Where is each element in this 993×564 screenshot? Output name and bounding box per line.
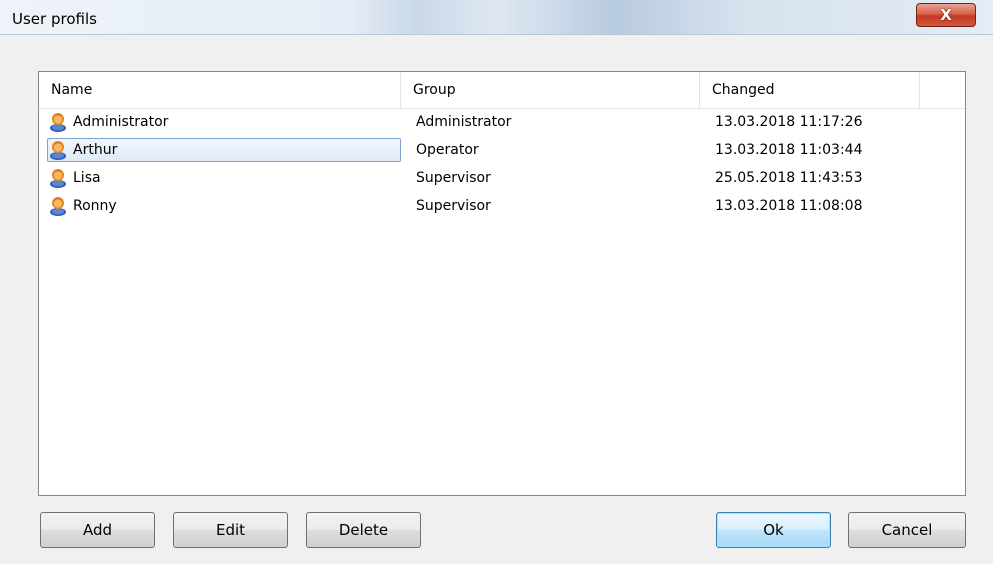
user-icon [50,113,66,132]
edit-button[interactable]: Edit [173,512,288,548]
title-bar[interactable]: User profils X [0,0,993,35]
user-name: Arthur [73,142,118,158]
changed-cell: 13.03.2018 11:17:26 [715,114,863,130]
user-name: Ronny [73,198,117,214]
name-cell: Lisa [49,164,101,192]
table-row[interactable]: Ronny Supervisor 13.03.2018 11:08:08 [39,192,965,220]
group-cell: Administrator [416,114,512,130]
user-icon [50,141,66,160]
table-row-selected[interactable]: Arthur Operator 13.03.2018 11:03:44 [39,136,965,164]
changed-cell: 25.05.2018 11:43:53 [715,170,863,186]
name-cell: Administrator [49,108,168,136]
changed-cell: 13.03.2018 11:08:08 [715,198,863,214]
column-header-name[interactable]: Name [39,72,401,108]
ok-button[interactable]: Ok [716,512,831,548]
name-cell: Ronny [49,192,117,220]
column-header-group[interactable]: Group [401,72,700,108]
close-button[interactable]: X [916,3,976,27]
table-row[interactable]: Administrator Administrator 13.03.2018 1… [39,108,965,136]
column-header-changed[interactable]: Changed [700,72,920,108]
user-list[interactable]: Name Group Changed Administrator Adminis [38,71,966,496]
close-icon: X [940,5,952,24]
add-button[interactable]: Add [40,512,155,548]
dialog-title: User profils [12,10,97,28]
user-icon [50,169,66,188]
user-icon [50,197,66,216]
group-cell: Operator [416,142,479,158]
column-header-filler [920,72,965,108]
delete-button[interactable]: Delete [306,512,421,548]
name-cell: Arthur [49,136,117,164]
user-name: Lisa [73,170,101,186]
group-cell: Supervisor [416,198,491,214]
user-profils-dialog: User profils X Name Group Changed Admini… [0,0,993,564]
table-row[interactable]: Lisa Supervisor 25.05.2018 11:43:53 [39,164,965,192]
group-cell: Supervisor [416,170,491,186]
changed-cell: 13.03.2018 11:03:44 [715,142,863,158]
list-rows: Administrator Administrator 13.03.2018 1… [39,108,965,220]
cancel-button[interactable]: Cancel [848,512,966,548]
list-header: Name Group Changed [39,72,965,109]
user-name: Administrator [73,114,169,130]
